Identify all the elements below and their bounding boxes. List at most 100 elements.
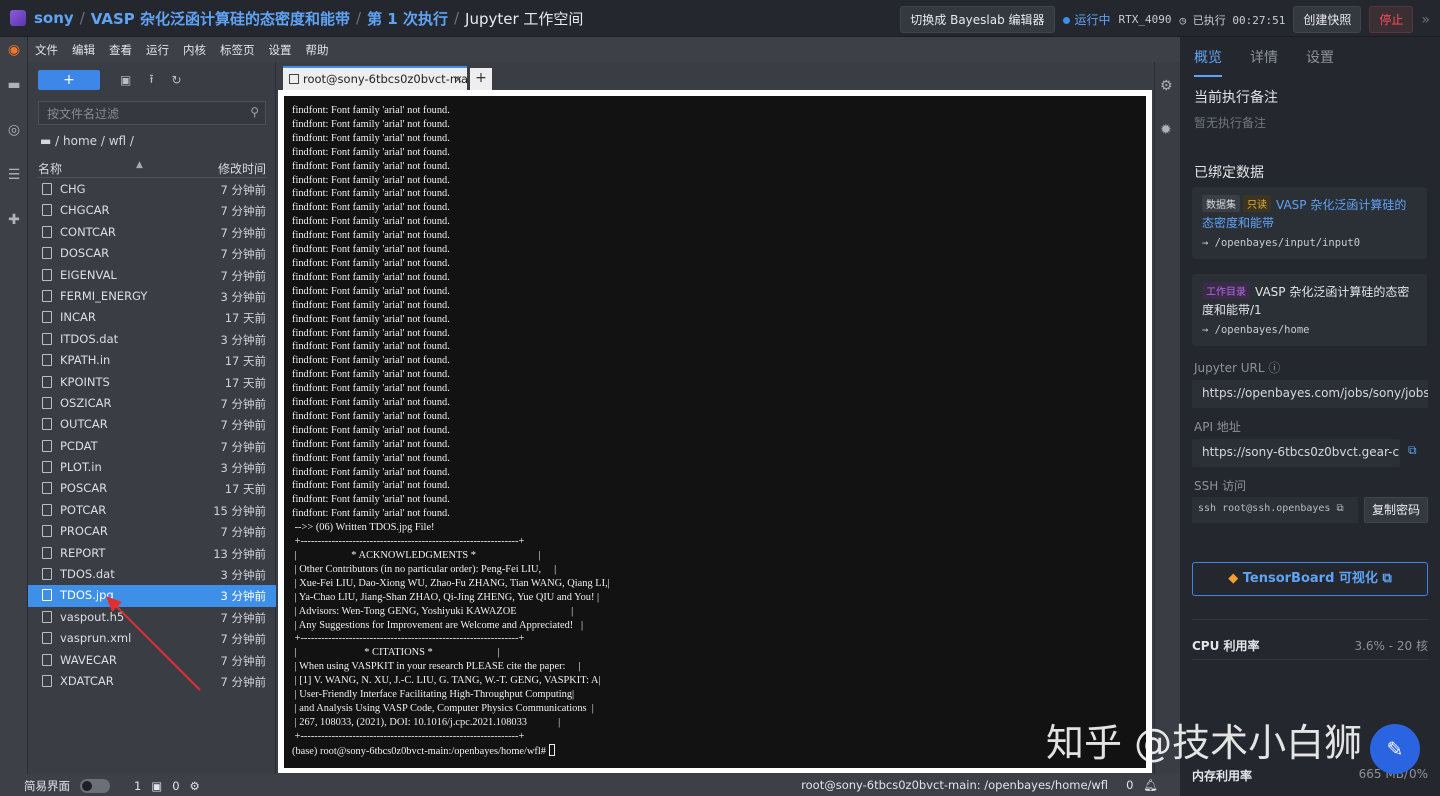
create-snapshot-button[interactable]: 创建快照 <box>1293 6 1362 33</box>
menu-help[interactable]: 帮助 <box>299 42 336 58</box>
copy-password-button[interactable]: 复制密码 <box>1364 497 1428 523</box>
terminal-line: | Any Suggestions for Improvement are We… <box>292 619 584 631</box>
menu-edit[interactable]: 编辑 <box>65 42 102 58</box>
file-row[interactable]: CONTCAR 7 分钟前 <box>28 222 276 243</box>
file-row[interactable]: KPATH.in 17 天前 <box>28 350 276 371</box>
tab-details[interactable]: 详情 <box>1250 47 1278 77</box>
file-row[interactable]: XDATCAR 7 分钟前 <box>28 671 276 692</box>
close-icon[interactable]: × <box>453 72 463 86</box>
terminal-line: | User-Friendly Interface Facilitating H… <box>292 689 575 701</box>
file-icon <box>42 461 52 474</box>
file-modified-time: 17 天前 <box>224 375 266 390</box>
file-row[interactable]: DOSCAR 7 分钟前 <box>28 243 276 264</box>
extensions-icon[interactable]: ✚ <box>6 212 22 228</box>
file-modified-time: 3 分钟前 <box>220 568 266 583</box>
run-link[interactable]: 第 1 次执行 <box>367 8 448 29</box>
table-of-contents-icon[interactable]: ☰ <box>6 167 22 183</box>
file-name: FERMI_ENERGY <box>60 288 148 303</box>
file-modified-time: 15 分钟前 <box>213 503 266 518</box>
folder-icon[interactable]: ▬ <box>6 77 22 93</box>
menu-kernel[interactable]: 内核 <box>176 42 213 58</box>
menu-run[interactable]: 运行 <box>139 42 176 58</box>
file-modified-time: 17 天前 <box>224 311 266 326</box>
file-row[interactable]: OSZICAR 7 分钟前 <box>28 393 276 414</box>
file-row[interactable]: vaspout.h5 7 分钟前 <box>28 607 276 628</box>
file-icon <box>42 632 52 645</box>
file-name: POSCAR <box>60 481 108 496</box>
menu-tabs[interactable]: 标签页 <box>213 42 262 58</box>
simple-mode-toggle[interactable] <box>80 779 110 793</box>
user-link[interactable]: sony <box>34 9 74 27</box>
file-row[interactable]: CHGCAR 7 分钟前 <box>28 200 276 221</box>
column-modified-header[interactable]: 修改时间 <box>218 160 266 177</box>
stop-button[interactable]: 停止 <box>1369 6 1414 33</box>
terminal-line: findfont: Font family 'arial' not found. <box>292 174 450 186</box>
file-row[interactable]: PROCAR 7 分钟前 <box>28 521 276 542</box>
file-row[interactable]: OUTCAR 7 分钟前 <box>28 414 276 435</box>
open-external-icon[interactable]: ⧉ <box>1408 443 1417 458</box>
switch-editor-button[interactable]: 切换成 Bayeslab 编辑器 <box>900 6 1055 33</box>
breadcrumb[interactable]: ▬ / home / wfl / <box>40 134 134 148</box>
file-row[interactable]: POSCAR 17 天前 <box>28 478 276 499</box>
settings-icon[interactable]: ⚙ <box>190 779 200 793</box>
file-row[interactable]: PLOT.in 3 分钟前 <box>28 457 276 478</box>
dataset-card[interactable]: 数据集 只读 VASP 杂化泛函计算硅的态密度和能带 → /openbayes/in… <box>1192 187 1427 259</box>
new-launcher-button[interactable]: + <box>38 70 100 90</box>
file-row[interactable]: POTCAR 15 分钟前 <box>28 500 276 521</box>
terminal-line: findfont: Font family 'arial' not found. <box>292 299 450 311</box>
info-icon[interactable]: ⓘ <box>1268 361 1280 375</box>
tab-overview[interactable]: 概览 <box>1194 47 1222 77</box>
upload-icon[interactable]: ⭱ <box>149 70 153 91</box>
tensorboard-button[interactable]: ◆ TensorBoard 可视化 ⧉ <box>1192 562 1428 596</box>
tab-settings[interactable]: 设置 <box>1306 47 1334 77</box>
workdir-card[interactable]: 工作目录 VASP 杂化泛函计算硅的态密度和能带/1 → /openbayes/h… <box>1192 274 1427 346</box>
file-row[interactable]: INCAR 17 天前 <box>28 307 276 328</box>
main-dock-area: root@sony-6tbcs0z0bvct-ma × + findfont: … <box>276 62 1154 774</box>
column-name-header[interactable]: 名称 <box>38 160 62 177</box>
file-row[interactable]: TDOS.jpg 3 分钟前 <box>28 585 276 607</box>
openbayes-logo-icon[interactable] <box>10 10 26 26</box>
collapse-panel-icon[interactable]: » <box>1421 12 1430 28</box>
menu-settings[interactable]: 设置 <box>262 42 299 58</box>
new-tab-button[interactable]: + <box>470 68 492 90</box>
terminal-line: | [1] V. WANG, N. XU, J.-C. LIU, G. TANG… <box>292 675 601 687</box>
api-url-field[interactable]: https://sony-6tbcs0z0bvct.gear-c1 <box>1192 439 1400 467</box>
tab-terminal[interactable]: root@sony-6tbcs0z0bvct-ma × <box>283 66 467 92</box>
terminal-line: | When using VASPKIT in your research PL… <box>292 661 581 673</box>
file-icon <box>42 525 52 538</box>
terminal-line: | Other Contributors (in no particular o… <box>292 563 557 575</box>
project-link[interactable]: VASP 杂化泛函计算硅的态密度和能带 <box>91 8 350 29</box>
chat-bubble-icon[interactable]: ✎ <box>1370 724 1420 774</box>
file-row[interactable]: FERMI_ENERGY 3 分钟前 <box>28 286 276 307</box>
terminal-line: -->> (06) Written TDOS.jpg File! <box>292 522 435 534</box>
new-folder-icon[interactable]: ▣ <box>120 73 131 87</box>
file-row[interactable]: ITDOS.dat 3 分钟前 <box>28 329 276 350</box>
file-row[interactable]: PCDAT 7 分钟前 <box>28 436 276 457</box>
copy-icon[interactable]: ⧉ <box>1336 503 1343 514</box>
file-icon <box>42 268 52 281</box>
file-icon <box>42 396 52 409</box>
menu-view[interactable]: 查看 <box>102 42 139 58</box>
file-filter-input[interactable]: 按文件名过滤 ⚲ <box>38 101 266 125</box>
property-inspector-icon[interactable]: ⚙ <box>1160 78 1173 94</box>
file-row[interactable]: KPOINTS 17 天前 <box>28 372 276 393</box>
file-icon <box>42 375 52 388</box>
top-bar-actions: 切换成 Bayeslab 编辑器 运行中 RTX_4090 ◷ 已执行 00:2… <box>900 6 1430 33</box>
refresh-icon[interactable]: ↻ <box>172 73 182 87</box>
ssh-command-field[interactable]: ssh root@ssh.openbayes ⧉ <box>1192 497 1358 523</box>
bell-icon[interactable]: 🔔︎ <box>1143 778 1158 792</box>
running-kernels-icon[interactable]: ◎ <box>6 122 22 138</box>
file-row[interactable]: vasprun.xml 7 分钟前 <box>28 628 276 649</box>
file-name: REPORT <box>60 545 106 560</box>
file-row[interactable]: TDOS.dat 3 分钟前 <box>28 564 276 585</box>
file-row[interactable]: WAVECAR 7 分钟前 <box>28 650 276 671</box>
file-row[interactable]: CHG 7 分钟前 <box>28 179 276 200</box>
file-row[interactable]: REPORT 13 分钟前 <box>28 543 276 564</box>
terminal-output[interactable]: findfont: Font family 'arial' not found.… <box>284 96 1146 768</box>
file-row[interactable]: EIGENVAL 7 分钟前 <box>28 265 276 286</box>
run-status: 运行中 <box>1062 11 1111 28</box>
terminal-line: findfont: Font family 'arial' not found. <box>292 438 450 450</box>
jupyter-url-field[interactable]: https://openbayes.com/jobs/sony/jobs <box>1192 380 1428 408</box>
debugger-icon[interactable]: ✹ <box>1160 122 1172 138</box>
menu-file[interactable]: 文件 <box>28 42 65 58</box>
